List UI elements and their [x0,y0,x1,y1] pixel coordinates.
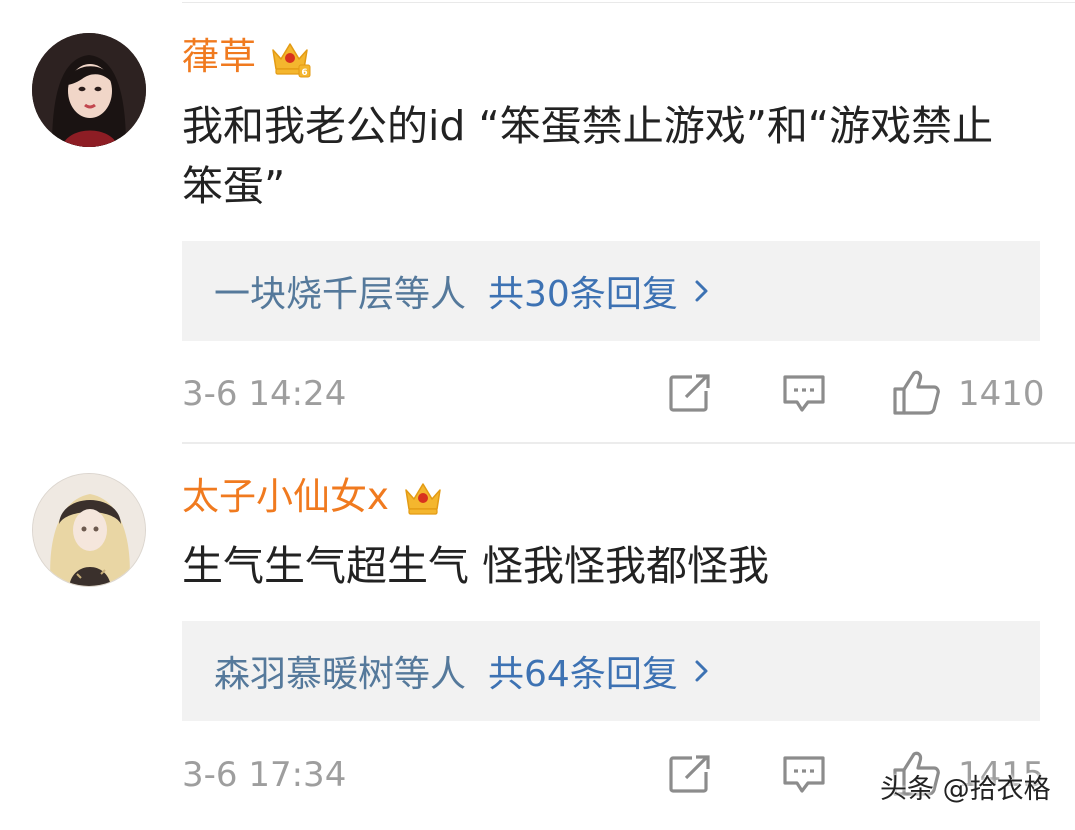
comment-text: 我和我老公的id “笨蛋禁止游戏”和“游戏禁止笨蛋” [182,102,994,210]
reply-names: 一块烧千层等人 [214,274,467,315]
comment-item: 葎草 6 我和我老公的id “笨蛋禁止游戏”和“游戏禁止笨蛋” 一块烧千层等人 … [0,0,1075,444]
share-icon[interactable] [668,754,712,794]
avatar[interactable] [32,33,146,147]
username[interactable]: 葎草 [182,32,256,82]
chevron-right-icon [695,660,708,682]
username-row: 葎草 6 [182,32,312,82]
chevron-right-icon [695,280,708,302]
reply-count: 共64条回复 [488,654,678,695]
reply-summary[interactable]: 一块烧千层等人 共30条回复 [182,241,1040,341]
timestamp: 3-6 14:24 [182,374,347,414]
thumbs-up-icon[interactable] [892,369,940,415]
reply-names: 森羽慕暖树等人 [214,654,467,695]
comment-icon[interactable] [782,754,826,794]
username[interactable]: 太子小仙女x [182,472,389,522]
svg-text:6: 6 [301,68,307,78]
crown-vip-icon [405,483,441,515]
username-row: 太子小仙女x [182,472,445,522]
reply-count: 共30条回复 [488,274,678,315]
comment-text: 生气生气超生气 怪我怪我都怪我 [182,542,770,590]
watermark: 头条 @拾衣格 [880,774,1051,805]
like-count: 1410 [958,374,1045,414]
comment-meta: 3-6 14:24 1410 [182,369,1045,419]
comment-icon[interactable] [782,373,826,413]
share-icon[interactable] [668,373,712,413]
crown-vip-icon: 6 [272,43,311,78]
reply-summary[interactable]: 森羽慕暖树等人 共64条回复 [182,621,1040,721]
timestamp: 3-6 17:34 [182,755,347,795]
avatar[interactable] [32,473,146,587]
